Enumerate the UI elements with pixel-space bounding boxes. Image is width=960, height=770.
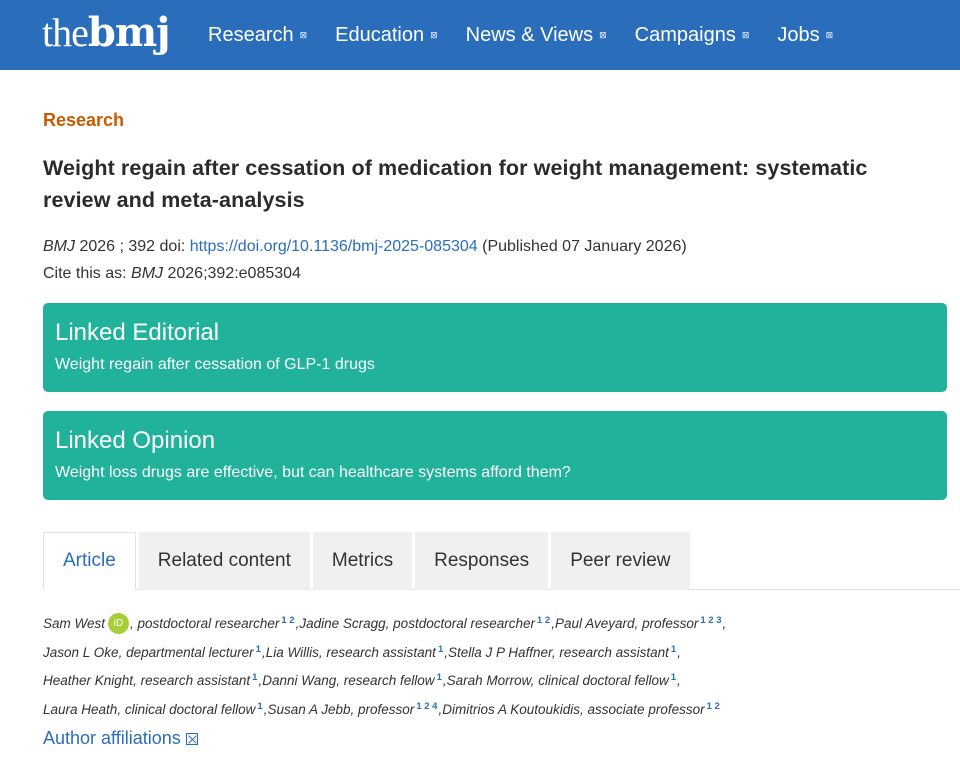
bmj-logo[interactable]: thebmj [42, 9, 171, 56]
chevron-icon: ⊠ [599, 29, 607, 40]
affiliation-ref[interactable]: 1 [257, 701, 262, 712]
author-name[interactable]: Danni Wang [262, 673, 336, 688]
chevron-icon: ⊠ [299, 29, 308, 40]
tab-metrics[interactable]: Metrics [312, 532, 413, 590]
author-role: research assistant [326, 644, 436, 660]
cite-journal: BMJ [131, 265, 164, 282]
author-name[interactable]: Sarah Morrow [447, 673, 531, 688]
affiliation-ref[interactable]: 1 2 [537, 615, 550, 626]
affiliation-ref[interactable]: 1 [671, 644, 676, 655]
nav-label: Education [335, 23, 425, 46]
author-name[interactable]: Jadine Scragg [299, 616, 385, 631]
author-name[interactable]: Jason L Oke [43, 645, 119, 660]
author-list: Sam West iD, postdoctoral researcher 1 2,J… [43, 613, 727, 717]
author-name[interactable]: Paul Aveyard [555, 616, 635, 631]
author-role: research assistant [140, 673, 251, 688]
chevron-icon: ⊠ [741, 29, 750, 40]
cite-prefix: Cite this as: [43, 265, 132, 282]
nav-news-views[interactable]: News & Views ⊠ [466, 24, 607, 47]
nav-campaigns[interactable]: Campaigns ⊠ [635, 24, 750, 47]
linked-opinion-link[interactable]: Weight loss drugs are effective, but can… [55, 462, 935, 484]
author-role: professor [642, 616, 699, 631]
author-name[interactable]: Stella J P Haffner [448, 645, 552, 660]
affiliation-ref[interactable]: 1 2 3 [700, 615, 721, 626]
affiliation-ref[interactable]: 1 2 [707, 701, 720, 712]
author-name[interactable]: Susan A Jebb [267, 702, 350, 717]
affiliation-ref[interactable]: 1 [671, 672, 676, 683]
tab-peer-review[interactable]: Peer review [551, 532, 690, 590]
tab-responses[interactable]: Responses [415, 532, 549, 590]
cite-reference: 2026;392:e085304 [163, 265, 301, 282]
author-affiliations-toggle[interactable]: Author affiliations [43, 728, 198, 749]
volume-text: 2026 ; 392 doi: [75, 238, 190, 255]
author-role: associate professor [587, 701, 705, 717]
doi-link[interactable]: https://doi.org/10.1136/bmj-2025-085304 [190, 238, 478, 255]
linked-editorial-link[interactable]: Weight regain after cessation of GLP-1 d… [55, 354, 935, 376]
linked-editorial-box[interactable]: Linked Editorial Weight regain after ces… [43, 303, 947, 392]
nav-research[interactable]: Research ⊠ [208, 24, 307, 47]
author-role: postdoctoral researcher [393, 616, 535, 631]
nav-label: Research [208, 23, 294, 46]
author-affiliations-label: Author affiliations [43, 728, 181, 748]
author-name[interactable]: Laura Heath [43, 702, 117, 717]
affiliation-ref[interactable]: 1 [437, 672, 442, 683]
cite-as-line: Cite this as: BMJ 2026;392:e085304 [43, 260, 687, 287]
nav-jobs[interactable]: Jobs ⊠ [777, 24, 833, 47]
logo-bmj: bmj [87, 9, 171, 56]
linked-opinion-box[interactable]: Linked Opinion Weight loss drugs are eff… [43, 411, 947, 500]
author-role: clinical doctoral fellow [124, 701, 256, 717]
author-role: professor [358, 701, 415, 717]
chevron-icon: ⊠ [825, 29, 834, 40]
tab-article[interactable]: Article [43, 532, 136, 590]
author-name[interactable]: Lia Willis [266, 645, 319, 660]
affiliation-ref[interactable]: 1 [256, 644, 261, 655]
article-tabs: Article Related content Metrics Response… [43, 532, 693, 590]
author-role: clinical doctoral fellow [538, 673, 669, 688]
nav-label: Campaigns [634, 23, 736, 46]
affiliation-ref[interactable]: 1 2 4 [416, 701, 437, 712]
linked-editorial-heading: Linked Editorial [55, 319, 220, 346]
author-name[interactable]: Sam West [43, 616, 105, 631]
citation-line: BMJ 2026 ; 392 doi: https://doi.org/10.1… [43, 233, 687, 260]
author-name[interactable]: Dimitrios A Koutoukidis [442, 702, 580, 717]
chevron-icon: ⊠ [430, 29, 438, 40]
nav-education[interactable]: Education ⊠ [335, 24, 438, 47]
linked-opinion-heading: Linked Opinion [55, 427, 216, 454]
affiliation-ref[interactable]: 1 2 [281, 615, 294, 626]
article-citation: BMJ 2026 ; 392 doi: https://doi.org/10.1… [43, 233, 687, 287]
logo-the: the [42, 10, 89, 55]
author-role: research fellow [343, 673, 435, 688]
affiliation-ref[interactable]: 1 [438, 644, 443, 655]
published-date: (Published 07 January 2026) [477, 238, 687, 255]
main-nav: Research ⊠ Education ⊠ News & Views ⊠ Campa… [208, 20, 861, 50]
tab-related-content[interactable]: Related content [138, 532, 310, 590]
affiliation-ref[interactable]: 1 [252, 672, 257, 683]
site-header: thebmj Research ⊠ Education ⊠ News & Views… [0, 0, 960, 70]
article-section-label: Research [43, 110, 125, 130]
author-name[interactable]: Heather Knight [43, 673, 133, 688]
author-role: postdoctoral researcher [137, 616, 280, 631]
orcid-icon[interactable]: iD [108, 613, 130, 634]
article-title: Weight regain after cessation of medicat… [43, 156, 868, 212]
expand-icon [185, 732, 198, 745]
nav-label: News & Views [465, 23, 594, 46]
nav-label: Jobs [777, 23, 820, 46]
author-role: departmental lecturer [126, 644, 254, 660]
author-role: research assistant [559, 644, 669, 660]
journal-name: BMJ [43, 238, 75, 255]
